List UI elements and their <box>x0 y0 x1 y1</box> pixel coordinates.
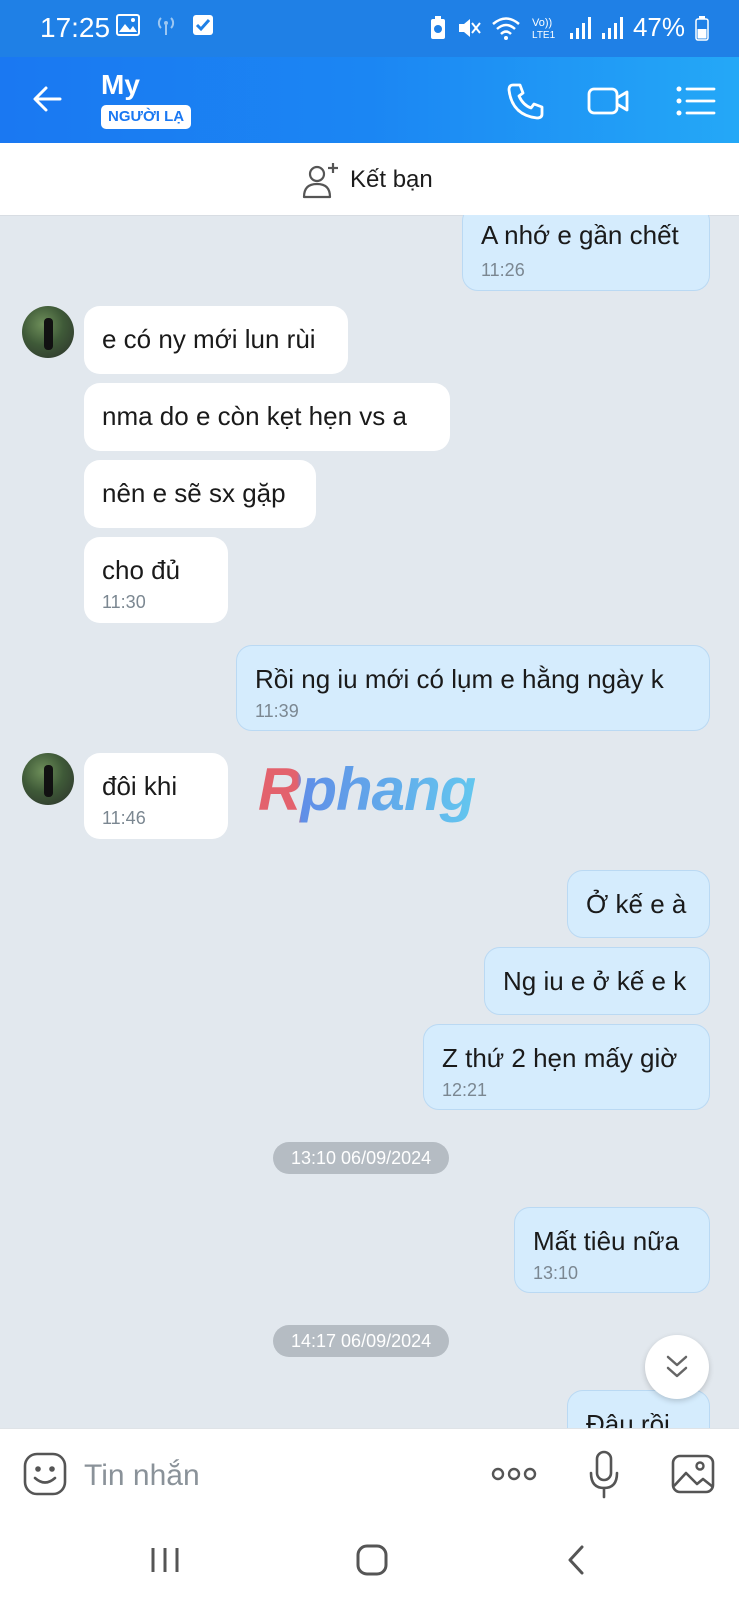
add-friend-bar: Kết bạn <box>0 143 739 216</box>
message-bubble-in[interactable]: nên e sẽ sx gặp <box>84 460 316 528</box>
more-options-icon[interactable] <box>490 1459 538 1489</box>
checkbox-icon <box>193 15 213 35</box>
message-bubble-out[interactable]: Z thứ 2 hẹn mấy giờ 12:21 <box>423 1024 710 1110</box>
message-text: nma do e còn kẹt hẹn vs a <box>102 401 407 431</box>
add-friend-label: Kết bạn <box>350 166 433 193</box>
message-text: cho đủ <box>102 555 181 585</box>
message-text: Đâu rồi <box>586 1409 670 1428</box>
wifi-icon <box>492 16 520 40</box>
message-bubble-in[interactable]: cho đủ 11:30 <box>84 537 228 623</box>
status-time: 17:25 <box>40 12 111 43</box>
chat-header: My NGƯỜI LẠ <box>0 57 739 143</box>
message-text: A nhớ e gần chết <box>481 220 679 250</box>
scroll-to-bottom-button[interactable] <box>645 1335 709 1399</box>
message-time: 12:21 <box>442 1080 488 1100</box>
status-bar: 17:25 Vo)) LTE1 47% <box>0 0 739 57</box>
add-friend-button[interactable]: Kết bạn <box>302 158 433 202</box>
battery-saver-icon <box>430 15 445 39</box>
add-user-icon <box>302 163 338 199</box>
message-bubble-out[interactable]: Ng iu e ở kế e k <box>484 947 710 1015</box>
message-bubble-in[interactable]: nma do e còn kẹt hẹn vs a <box>84 383 450 451</box>
battery-icon <box>695 15 709 41</box>
message-bubble-out[interactable]: Ở kế e à <box>567 870 710 938</box>
image-icon[interactable] <box>670 1451 716 1497</box>
message-bubble-in[interactable]: đôi khi 11:46 <box>84 753 228 839</box>
system-navigation-bar <box>0 1520 739 1600</box>
microphone-icon[interactable] <box>588 1449 620 1501</box>
mute-icon <box>458 18 481 37</box>
message-text: e có ny mới lun rùi <box>102 324 316 354</box>
message-text: Ng iu e ở kế e k <box>503 966 687 996</box>
message-text: Z thứ 2 hẹn mấy giờ <box>442 1043 678 1073</box>
message-time: 11:30 <box>102 592 146 612</box>
hotspot-icon <box>157 17 175 35</box>
message-time: 11:39 <box>255 701 299 721</box>
message-time: 11:26 <box>481 260 525 280</box>
message-text: nên e sẽ sx gặp <box>102 478 286 508</box>
message-input-bar <box>0 1428 739 1521</box>
avatar[interactable] <box>22 306 74 358</box>
message-input[interactable] <box>82 1453 466 1499</box>
emoji-icon[interactable] <box>22 1451 68 1497</box>
gallery-icon <box>116 14 140 36</box>
message-text: Rồi ng iu mới có lụm e hằng ngày k <box>255 664 664 694</box>
back-nav-icon[interactable] <box>558 1542 598 1578</box>
battery-percent: 47% <box>632 12 685 42</box>
volte-icon: Vo))LTE1 <box>532 17 556 41</box>
video-camera-icon[interactable] <box>586 79 630 123</box>
date-separator: 14:17 06/09/2024 <box>273 1325 450 1357</box>
message-bubble-out[interactable]: Rồi ng iu mới có lụm e hằng ngày k 11:39 <box>236 645 710 731</box>
signal-icon <box>601 16 623 39</box>
message-bubble-out[interactable]: A nhớ e gần chết 11:26 <box>462 215 710 291</box>
stranger-badge: NGƯỜI LẠ <box>101 105 192 129</box>
menu-list-icon[interactable] <box>674 79 718 123</box>
message-list[interactable]: A nhớ e gần chết 11:26 e có ny mới lun r… <box>0 215 739 1428</box>
date-separator: 13:10 06/09/2024 <box>273 1142 450 1174</box>
svg-text:Vo)): Vo)) <box>532 17 552 29</box>
phone-icon[interactable] <box>504 79 548 123</box>
avatar[interactable] <box>22 753 74 805</box>
message-text: Ở kế e à <box>586 889 687 919</box>
watermark: Rphang <box>258 756 476 823</box>
message-bubble-out[interactable]: Mất tiêu nữa 13:10 <box>514 1207 710 1293</box>
svg-text:LTE1: LTE1 <box>532 30 556 41</box>
home-icon[interactable] <box>352 1542 392 1578</box>
signal-icon <box>569 16 591 39</box>
recent-apps-icon[interactable] <box>146 1542 186 1578</box>
message-time: 13:10 <box>533 1263 579 1283</box>
message-time: 11:46 <box>102 808 146 828</box>
message-text: Mất tiêu nữa <box>533 1226 680 1256</box>
message-bubble-in[interactable]: e có ny mới lun rùi <box>84 306 348 374</box>
message-text: đôi khi <box>102 771 178 801</box>
contact-name[interactable]: My <box>101 69 140 101</box>
double-chevron-down-icon <box>666 1355 688 1378</box>
back-arrow-icon[interactable] <box>28 79 68 119</box>
